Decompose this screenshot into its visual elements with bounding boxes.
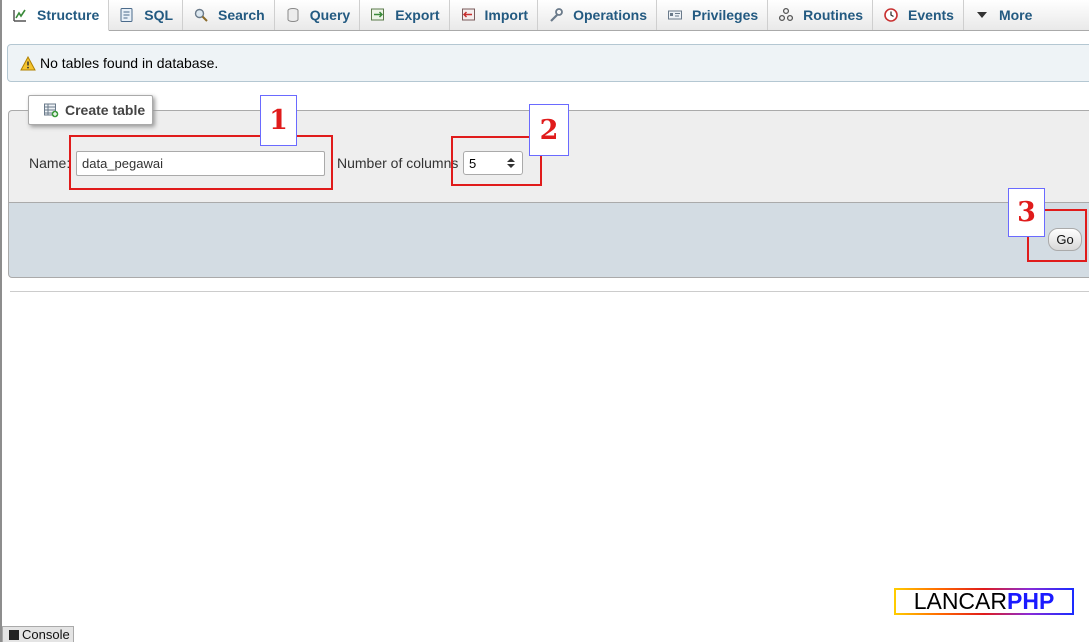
tab-import[interactable]: Import <box>450 0 539 30</box>
left-border <box>0 0 2 642</box>
table-add-icon <box>43 102 59 118</box>
tab-routines-label: Routines <box>803 7 864 23</box>
tab-more[interactable]: More <box>964 0 1041 30</box>
tab-search[interactable]: Search <box>183 0 275 30</box>
console-toggle[interactable]: Console <box>2 626 74 642</box>
console-icon <box>9 629 19 640</box>
caret-down-icon <box>973 7 991 23</box>
tab-events[interactable]: Events <box>873 0 964 30</box>
form-footer-bar <box>8 202 1089 278</box>
tab-search-label: Search <box>218 7 265 23</box>
tab-routines[interactable]: Routines <box>768 0 874 30</box>
lancarphp-logo: LANCAR PHP <box>894 588 1074 615</box>
tab-query[interactable]: Query <box>275 0 361 30</box>
wrench-icon <box>547 7 565 23</box>
tab-privileges[interactable]: Privileges <box>657 0 769 30</box>
privileges-icon <box>666 7 684 23</box>
tab-structure-label: Structure <box>37 7 100 23</box>
tab-operations-label: Operations <box>573 7 647 23</box>
logo-text-lancar: LANCAR <box>913 588 1007 614</box>
routines-icon <box>777 7 795 23</box>
events-icon <box>882 7 900 23</box>
structure-icon <box>11 7 29 23</box>
logo-text-php: PHP <box>1007 588 1055 614</box>
sql-icon <box>118 7 136 23</box>
search-icon <box>192 7 210 23</box>
no-tables-notice: No tables found in database. <box>7 44 1089 82</box>
annotation-number-3: 3 <box>1008 188 1045 237</box>
console-label: Console <box>22 627 70 642</box>
tab-sql[interactable]: SQL <box>109 0 184 30</box>
warning-icon <box>20 55 36 71</box>
tab-query-label: Query <box>309 7 351 23</box>
export-icon <box>369 7 387 23</box>
tab-privileges-label: Privileges <box>692 7 759 23</box>
table-name-label: Name: <box>29 155 71 171</box>
divider-line <box>10 291 1089 292</box>
query-icon <box>284 7 302 23</box>
annotation-number-2: 2 <box>529 104 569 156</box>
import-icon <box>459 7 477 23</box>
create-table-legend-text: Create table <box>65 102 146 118</box>
number-of-columns-label: Number of columns <box>337 155 459 171</box>
tab-structure[interactable]: Structure <box>2 0 110 31</box>
tab-events-label: Events <box>908 7 954 23</box>
tab-export[interactable]: Export <box>360 0 450 30</box>
annotation-number-1: 1 <box>260 95 297 146</box>
tab-more-label: More <box>998 7 1033 23</box>
tab-operations[interactable]: Operations <box>538 0 657 30</box>
tab-export-label: Export <box>395 7 440 23</box>
tab-import-label: Import <box>484 7 529 23</box>
create-table-legend: Create table <box>28 95 153 125</box>
database-tab-bar: Structure SQL Search Query Export Import <box>2 0 1089 31</box>
tab-sql-label: SQL <box>144 7 174 23</box>
notice-text: No tables found in database. <box>40 55 219 71</box>
